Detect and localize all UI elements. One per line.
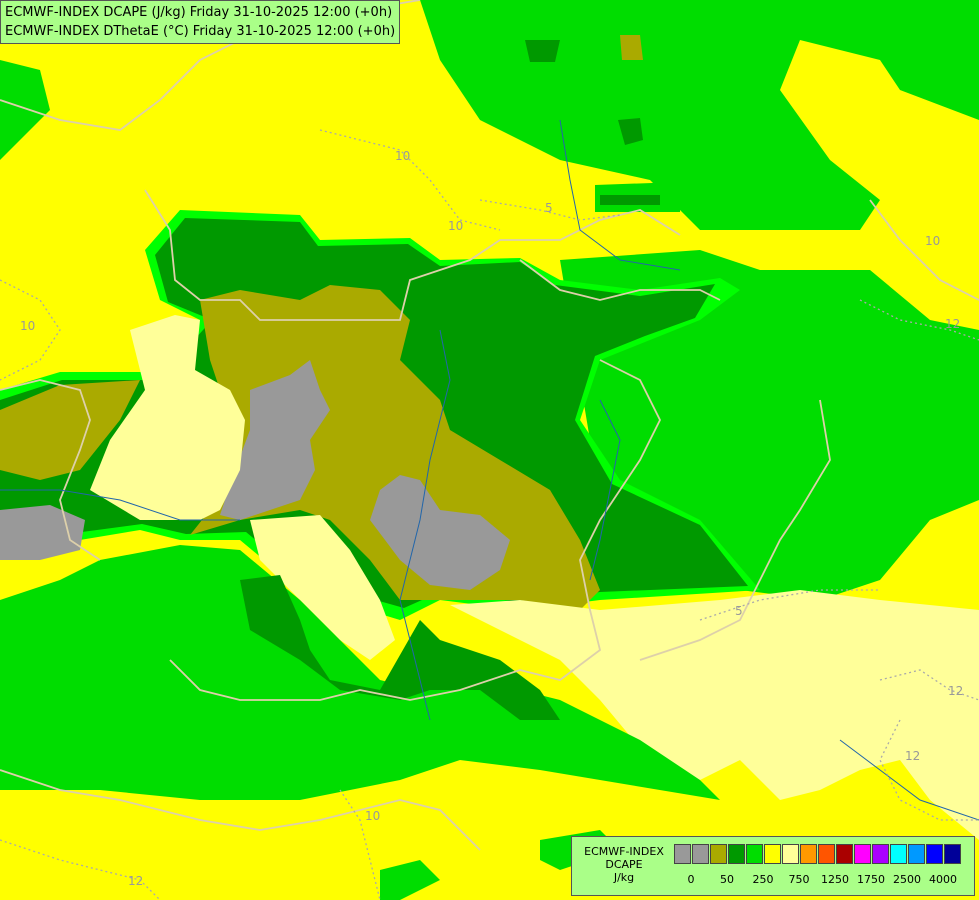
legend-swatch [890, 844, 907, 864]
legend-swatch [836, 844, 853, 864]
contour-label: 10 [395, 149, 410, 163]
legend-swatch [710, 844, 727, 864]
title-line-dthetae: ECMWF-INDEX DThetaE (°C) Friday 31-10-20… [5, 24, 396, 39]
contour-label: 10 [365, 809, 380, 823]
legend-ticks: 0 50 250 750 1250 1750 2500 4000 [674, 873, 974, 887]
legend-swatch [818, 844, 835, 864]
legend-unit: J/kg [613, 871, 635, 884]
legend-swatch [764, 844, 781, 864]
legend-swatch [908, 844, 925, 864]
legend-swatch [872, 844, 889, 864]
contour-label: 12 [905, 749, 920, 763]
legend-tick: 1250 [821, 873, 849, 886]
legend-title-line2: DCAPE [605, 858, 643, 871]
contour-label: 12 [948, 684, 963, 698]
title-line-dcape: ECMWF-INDEX DCAPE (J/kg) Friday 31-10-20… [5, 5, 393, 20]
legend-swatch [674, 844, 691, 864]
legend-swatch [800, 844, 817, 864]
legend-tick: 4000 [929, 873, 957, 886]
legend-swatch [692, 844, 709, 864]
contour-label: 12 [945, 317, 960, 331]
legend-swatch [944, 844, 961, 864]
contour-label: 12 [128, 874, 143, 888]
legend-tick: 750 [788, 873, 810, 886]
legend-swatch [782, 844, 799, 864]
legend-swatches [674, 844, 962, 864]
legend-tick: 50 [720, 873, 734, 886]
contour-label: 5 [545, 201, 553, 215]
contour-label: 10 [925, 234, 940, 248]
dcape-map: 10 5 10 10 12 10 12 12 5 10 12 [0, 0, 979, 900]
legend-swatch [926, 844, 943, 864]
contour-label: 10 [448, 219, 463, 233]
legend-tick: 2500 [893, 873, 921, 886]
contour-label: 5 [735, 604, 743, 618]
legend-title-line1: ECMWF-INDEX [584, 845, 664, 858]
region-olive-island [620, 35, 643, 60]
legend-swatch [854, 844, 871, 864]
region-dark-green-island-3 [600, 195, 660, 205]
legend-title: ECMWF-INDEX DCAPE J/kg [576, 845, 672, 884]
contour-label: 10 [20, 319, 35, 333]
legend-swatch [728, 844, 745, 864]
region-dark-green-island [525, 40, 560, 62]
map-title: ECMWF-INDEX DCAPE (J/kg) Friday 31-10-20… [0, 0, 401, 44]
legend-tick: 1750 [857, 873, 885, 886]
legend-swatch [746, 844, 763, 864]
legend-tick: 0 [687, 873, 695, 886]
legend-tick: 250 [752, 873, 774, 886]
color-legend: ECMWF-INDEX DCAPE J/kg 0 50 250 750 1250… [571, 836, 975, 896]
